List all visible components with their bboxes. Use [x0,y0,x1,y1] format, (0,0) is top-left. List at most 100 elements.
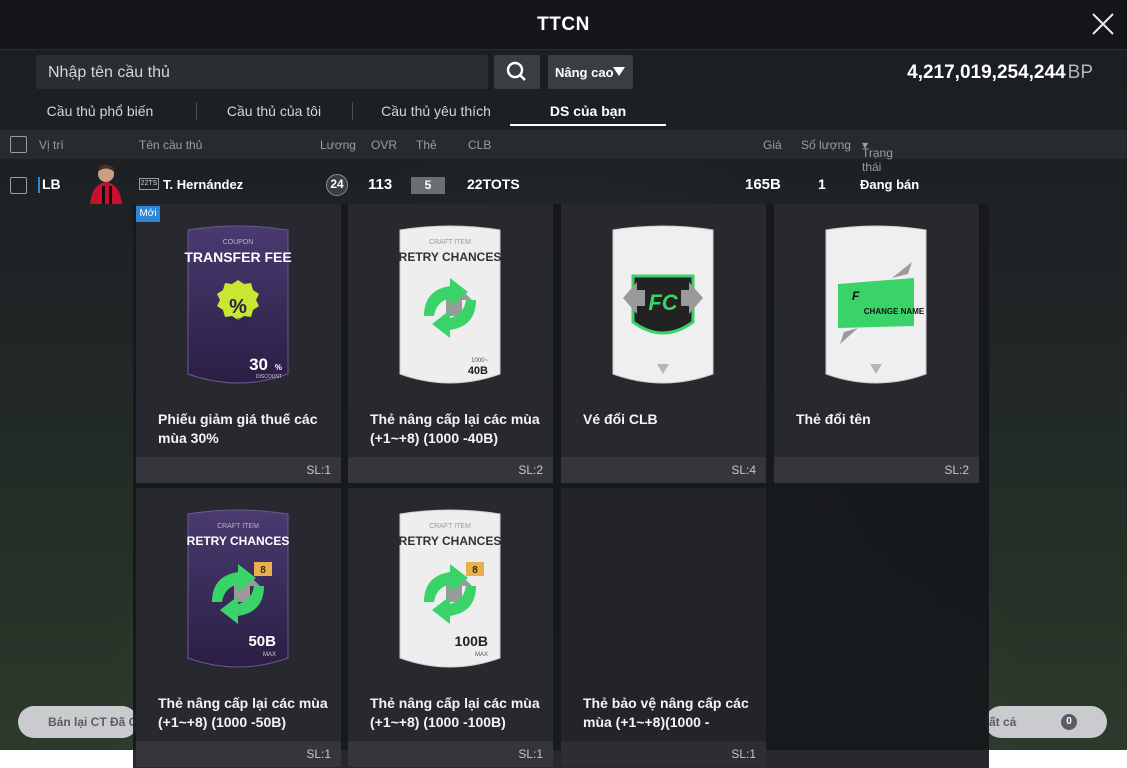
chevron-down-icon [613,67,625,76]
retry-value-sub: 1000~ [471,358,488,364]
retry-chances-card-icon: CRAFT ITEM RETRY CHANCES 8 50B MAX [187,509,290,668]
col-salary: Lương [320,138,356,152]
coupon-title: TRANSFER FEE [184,249,291,265]
item-card-retry-40b[interactable]: CRAFT ITEM RETRY CHANCES 1000~ 40B Thẻ n… [348,204,553,483]
select-all-count: 0 [1061,714,1077,730]
player-name: T. Hernández [163,177,244,192]
item-count: SL:1 [561,741,766,767]
col-player-name: Tên cầu thủ [139,138,203,152]
retry-value-sub: MAX [263,652,276,658]
coupon-tag: COUPON [223,239,254,246]
col-price: Giá [763,138,782,152]
retry-value: 50B [248,633,276,650]
item-count: SL:1 [136,457,341,483]
coupon-badge-sub: COUPON [227,318,249,324]
coupon-value: 30 [249,355,268,374]
retry-level: 8 [472,565,478,576]
select-all-button[interactable]: tất cả 0 [985,706,1107,738]
svg-text:F: F [852,289,860,303]
retry-value: 40B [468,365,488,377]
coupon-value-sub: DISCOUNT [256,374,282,380]
item-name: Thẻ nâng cấp lại các mùa (+1~+8) (1000 -… [158,695,328,730]
item-name: Thẻ đổi tên [796,411,871,427]
bp-balance: 4,217,019,254,244 BP [907,62,1093,84]
col-ovr: OVR [371,138,398,152]
item-count: SL:1 [136,741,341,767]
item-card-name-change[interactable]: F CHANGE NAME Thẻ đổi tên SL:2 [774,204,979,483]
advanced-filter-button[interactable]: Nâng cao [548,55,633,89]
item-card-retry-50b[interactable]: CRAFT ITEM RETRY CHANCES 8 50B MAX Thẻ n… [136,488,341,767]
player-club: 22TOTS [467,176,520,192]
col-quantity: Số lượng [801,138,851,152]
item-count: SL:2 [348,457,553,483]
select-all-checkbox[interactable] [10,136,27,153]
select-all-label: tất cả [985,715,1017,729]
position-marker [38,177,40,193]
tab-bar: Cầu thủ phổ biến Cầu thủ của tôi Cầu thủ… [36,96,666,128]
title-bar: TTCN [0,0,1127,50]
item-name: Thẻ bảo vệ nâng cấp các mùa (+1~+8)(1000… [583,695,749,730]
retry-title: RETRY CHANCES [399,534,502,548]
retry-chances-card-icon: CRAFT ITEM RETRY CHANCES 1000~ 40B [399,225,502,384]
season-badge: 22TS [139,178,159,190]
window-title: TTCN [537,14,590,35]
player-ovr: 113 [368,176,393,193]
search-placeholder: Nhập tên cầu thủ [48,64,170,81]
search-icon [506,61,526,81]
name-change-card-icon: F CHANGE NAME [825,225,927,384]
card-level-badge: 5 [411,177,445,194]
tab-your-list[interactable]: DS của bạn [510,96,666,126]
player-avatar [90,164,122,204]
search-button[interactable] [494,55,540,89]
col-card: Thẻ [416,138,437,152]
resell-button[interactable]: Bán lại CT Đã C [18,706,138,738]
advanced-filter-label: Nâng cao [555,65,614,80]
player-position: LB [42,176,61,192]
item-name: Thẻ nâng cấp lại các mùa (+1~+8) (1000 -… [370,411,540,446]
col-status-sort[interactable]: Trạng thái ▾ [862,138,893,174]
retry-title: RETRY CHANCES [187,534,290,548]
bp-unit: BP [1067,62,1093,83]
transfer-fee-coupon-icon: COUPON TRANSFER FEE % COUPON 30 % DISCOU… [184,225,292,384]
tab-popular-players[interactable]: Cầu thủ phổ biến [36,96,164,126]
new-badge: Mới [136,206,160,222]
table-row[interactable]: LB 22TS T. Hernández 24 113 5 22TOTS 165… [0,159,1127,204]
retry-value: 100B [455,633,488,649]
close-icon[interactable] [1089,10,1117,38]
item-card-club-change[interactable]: FC Vé đổi CLB SL:4 [561,204,766,483]
item-count: SL:4 [561,457,766,483]
row-checkbox[interactable] [10,177,27,194]
tab-my-players[interactable]: Cầu thủ của tôi [210,96,338,126]
item-card-transfer-fee-coupon[interactable]: COUPON TRANSFER FEE % COUPON 30 % DISCOU… [136,204,341,483]
svg-text:FC: FC [648,290,678,315]
col-position: Vị trí [39,138,64,152]
player-quantity: 1 [818,176,826,192]
retry-tag: CRAFT ITEM [429,523,471,530]
tab-favorite-players[interactable]: Cầu thủ yêu thích [362,96,510,126]
tab-divider [352,102,353,120]
item-name: Thẻ nâng cấp lại các mùa (+1~+8) (1000 -… [370,695,540,730]
retry-level: 8 [260,565,266,576]
item-count: SL:1 [348,741,553,767]
retry-title: RETRY CHANCES [399,250,502,264]
coupon-badge: % [229,296,247,318]
col-club: CLB [468,138,492,152]
retry-value-sub: MAX [475,652,488,658]
item-card-upgrade-protect[interactable]: Thẻ bảo vệ nâng cấp các mùa (+1~+8)(1000… [561,488,766,767]
search-input[interactable]: Nhập tên cầu thủ [36,55,488,89]
club-change-ticket-icon: FC [612,225,714,384]
item-name: Phiếu giảm giá thuế các mùa 30% [158,411,318,446]
item-card-retry-100b[interactable]: CRAFT ITEM RETRY CHANCES 8 100B MAX Thẻ … [348,488,553,767]
tab-divider [196,102,197,120]
retry-tag: CRAFT ITEM [429,239,471,246]
player-status: Đang bán [860,177,920,192]
player-price: 165B [745,176,781,193]
table-header: Vị trí Tên cầu thủ Lương OVR Thẻ CLB Giá… [0,130,1127,174]
bp-amount: 4,217,019,254,244 [907,62,1066,83]
item-count: SL:2 [774,457,979,483]
item-name: Vé đổi CLB [583,411,658,427]
salary-badge: 24 [326,174,348,196]
name-change-title: CHANGE NAME [864,307,925,316]
coupon-value-unit: % [275,363,282,372]
retry-chances-card-icon: CRAFT ITEM RETRY CHANCES 8 100B MAX [399,509,502,668]
